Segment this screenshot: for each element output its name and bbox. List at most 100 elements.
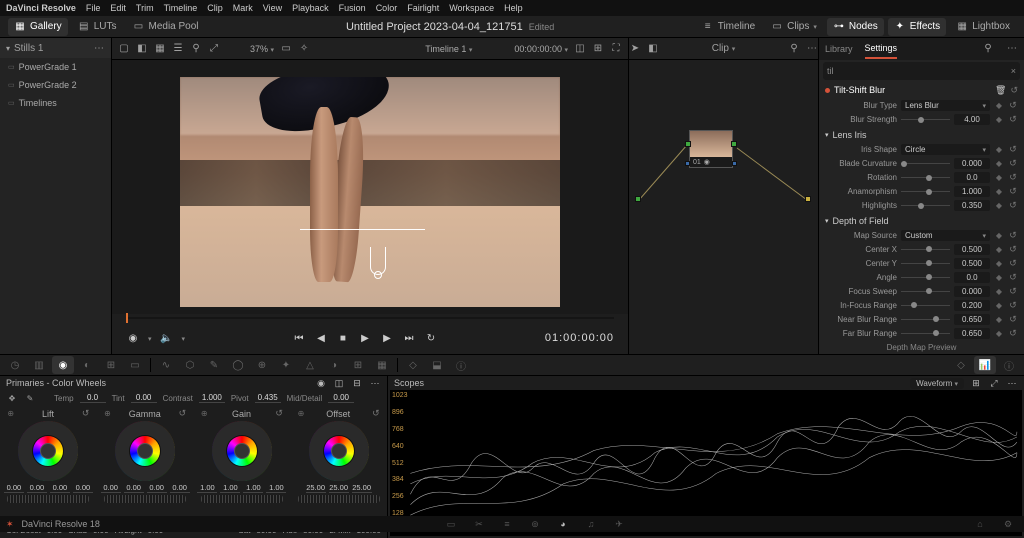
page-color-icon[interactable]: ◕ <box>553 519 573 529</box>
picker-icon[interactable]: ✥ <box>6 392 18 404</box>
node-scope[interactable]: Clip <box>712 43 736 54</box>
proj-settings-icon[interactable]: ⚙ <box>998 519 1018 530</box>
panel-opts-icon[interactable]: ⋯ <box>1006 43 1018 55</box>
zoom-level[interactable]: 37% <box>250 44 274 54</box>
luts-toggle[interactable]: ▤LUTs <box>72 18 123 36</box>
curves-icon[interactable]: ∿ <box>155 356 177 374</box>
gallery-toggle[interactable]: ▦Gallery <box>8 18 68 36</box>
viewer-grid-icon[interactable]: ▦ <box>154 43 166 55</box>
infocus-slider[interactable] <box>901 301 950 309</box>
menu-fairlight[interactable]: Fairlight <box>407 3 439 13</box>
wheel-mode3-icon[interactable]: ⊟ <box>351 377 363 389</box>
centerx-slider[interactable] <box>901 245 950 253</box>
menu-view[interactable]: View <box>263 3 282 13</box>
menu-fusion[interactable]: Fusion <box>339 3 366 13</box>
effect-header[interactable]: Tilt-Shift Blur🗑 <box>819 82 1024 99</box>
sizing-icon[interactable]: ⊞ <box>347 356 369 374</box>
clear-icon[interactable]: × <box>1011 66 1016 76</box>
lift-wheel[interactable] <box>18 421 78 481</box>
page-deliver-icon[interactable]: ✈ <box>609 519 629 530</box>
lift-jog[interactable] <box>7 495 89 503</box>
gallery-item[interactable]: ▭PowerGrade 1 <box>0 58 111 76</box>
color-match-icon[interactable]: ▥ <box>28 356 50 374</box>
gallery-item[interactable]: ▭Timelines <box>0 94 111 112</box>
wheel-mode1-icon[interactable]: ◉ <box>315 377 327 389</box>
menu-trim[interactable]: Trim <box>136 3 154 13</box>
hdr-icon[interactable]: ◐ <box>76 356 98 374</box>
highlights-slider[interactable] <box>901 202 950 210</box>
nodes-toggle[interactable]: ⊶Nodes <box>827 18 884 36</box>
pointer-icon[interactable]: ➤ <box>629 43 641 55</box>
page-edit-icon[interactable]: ≡ <box>497 519 517 529</box>
blur-type-select[interactable]: Lens Blur <box>901 100 990 111</box>
blade-curv-slider[interactable] <box>901 160 950 168</box>
viewer-image[interactable] <box>180 77 560 307</box>
offset-jog[interactable] <box>298 495 380 503</box>
gain-jog[interactable] <box>201 495 283 503</box>
temp-value[interactable]: 0.0 <box>80 393 106 403</box>
qualifier-icon[interactable]: ✎ <box>203 356 225 374</box>
lightbox-toggle[interactable]: ▦Lightbox <box>950 18 1016 36</box>
farblur-slider[interactable] <box>901 329 950 337</box>
lens-iris-header[interactable]: ▾Lens Iris <box>819 127 1024 143</box>
viewer-split-icon[interactable]: ◧ <box>136 43 148 55</box>
depth-map-preview[interactable]: Depth Map Preview <box>887 343 957 352</box>
blur-strength-value[interactable]: 4.00 <box>954 114 990 125</box>
options-icon[interactable]: ⋯ <box>93 42 105 54</box>
timeline-timecode[interactable]: 00:00:00:00 <box>514 44 568 54</box>
tracker-icon[interactable]: ⊕ <box>251 356 273 374</box>
node-input[interactable] <box>635 196 641 202</box>
next-icon[interactable]: ▶ <box>380 331 394 345</box>
wipe-icon[interactable]: ◫ <box>574 43 586 55</box>
angle-slider[interactable] <box>901 273 950 281</box>
go-first-icon[interactable]: ⏮ <box>292 331 306 345</box>
window-icon[interactable]: ◯ <box>227 356 249 374</box>
node-zoom-icon[interactable]: ⚲ <box>788 43 800 55</box>
nearblur-slider[interactable] <box>901 315 950 323</box>
middetail-value[interactable]: 0.00 <box>328 393 354 403</box>
stills-header[interactable]: ▾Stills 1 ⋯ <box>0 38 111 58</box>
tab-settings[interactable]: Settings <box>865 39 898 59</box>
highlight-icon[interactable]: ✧ <box>298 43 310 55</box>
map-source-select[interactable]: Custom <box>901 230 990 241</box>
effects-toggle[interactable]: ✦Effects <box>888 18 946 36</box>
audio-icon[interactable]: 🔈 <box>160 331 174 345</box>
info-panel-icon[interactable]: ⓘ <box>998 356 1020 374</box>
page-media-icon[interactable]: ▭ <box>441 519 461 530</box>
offset-wheel[interactable] <box>309 421 369 481</box>
expand-icon[interactable]: ⤢ <box>208 43 220 55</box>
3d-icon[interactable]: ▦ <box>371 356 393 374</box>
pivot-value[interactable]: 0.435 <box>255 393 281 403</box>
menu-davinci-resolve[interactable]: DaVinci Resolve <box>6 3 76 13</box>
node-opt-icon[interactable]: ◧ <box>647 43 659 55</box>
loop-icon[interactable]: ↻ <box>424 331 438 345</box>
tab-library[interactable]: Library <box>825 40 853 58</box>
warper-icon[interactable]: ⬡ <box>179 356 201 374</box>
viewer-list-icon[interactable]: ☰ <box>172 43 184 55</box>
scope-mode-select[interactable]: Waveform <box>910 378 964 389</box>
scope-menu-icon[interactable]: ⋯ <box>1006 377 1018 389</box>
iris-shape-select[interactable]: Circle <box>901 144 990 155</box>
awb-icon[interactable]: ✎ <box>24 392 36 404</box>
contrast-value[interactable]: 1.000 <box>199 393 225 403</box>
reset-effect[interactable] <box>1010 85 1018 96</box>
camera-raw-icon[interactable]: ◷ <box>4 356 26 374</box>
full-icon[interactable]: ⛶ <box>610 43 622 55</box>
rotation-slider[interactable] <box>901 174 950 182</box>
scope-expand-icon[interactable]: ⤢ <box>988 377 1000 389</box>
clips-toggle[interactable]: ▭Clips <box>765 18 823 36</box>
ref-icon[interactable]: ⊞ <box>592 43 604 55</box>
menu-playback[interactable]: Playback <box>292 3 329 13</box>
trash-icon[interactable]: 🗑 <box>995 85 1006 96</box>
key-icon[interactable]: ◑ <box>323 356 345 374</box>
dof-header[interactable]: ▾Depth of Field <box>819 213 1024 229</box>
stop-icon[interactable]: ■ <box>336 331 350 345</box>
page-fairlight-icon[interactable]: ♫ <box>581 519 601 529</box>
timeline-name[interactable]: Timeline 1 <box>425 44 472 54</box>
anamorph-slider[interactable] <box>901 188 950 196</box>
mediapool-toggle[interactable]: ▭Media Pool <box>126 18 204 36</box>
gain-wheel[interactable] <box>212 421 272 481</box>
page-fusion-icon[interactable]: ⊚ <box>525 519 545 530</box>
menu-file[interactable]: File <box>86 3 101 13</box>
gamma-wheel[interactable] <box>115 421 175 481</box>
